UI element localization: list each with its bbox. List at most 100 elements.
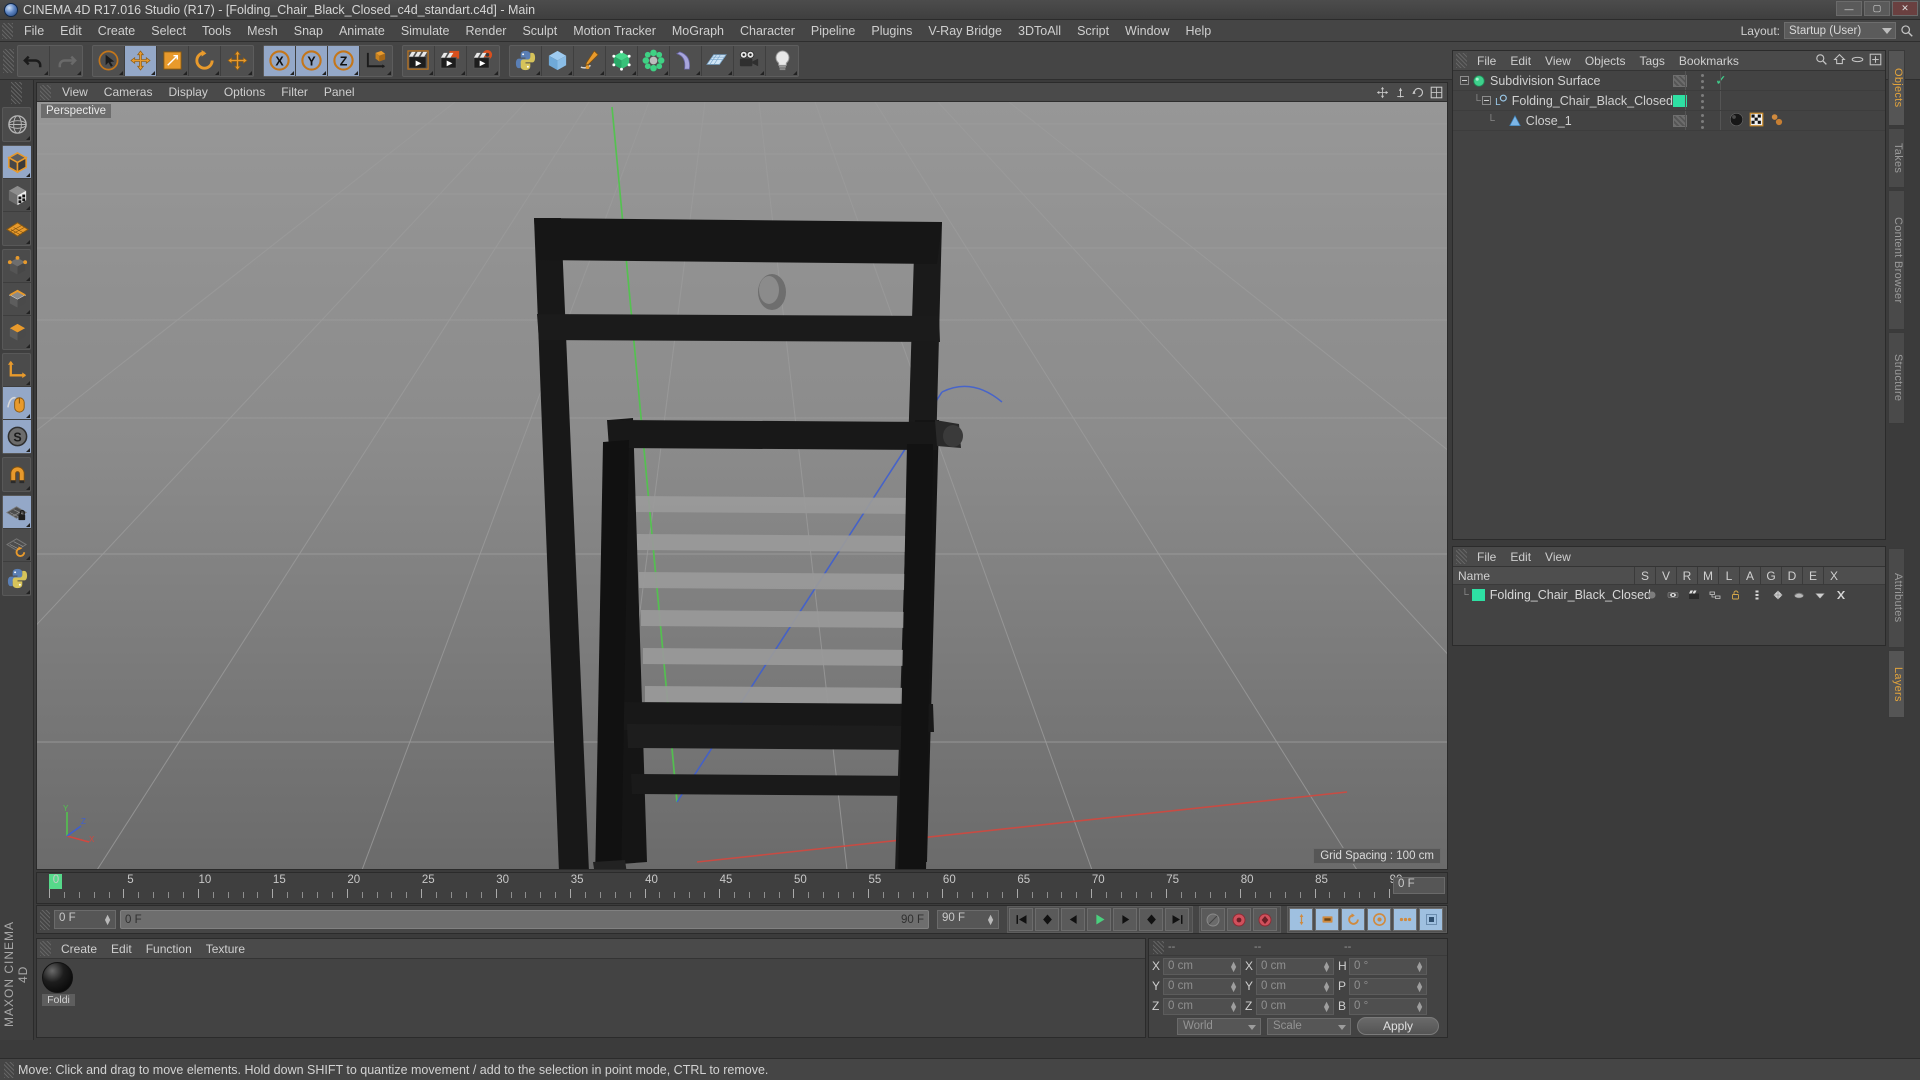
python-generator-button[interactable]: [510, 45, 542, 76]
render-settings-button[interactable]: [467, 46, 499, 76]
menu-item-simulate[interactable]: Simulate: [393, 20, 458, 42]
menu-item-v-ray-bridge[interactable]: V-Ray Bridge: [920, 20, 1010, 42]
coordinate-system-dropdown[interactable]: World: [1177, 1017, 1261, 1035]
scale-key-toggle[interactable]: [1315, 908, 1339, 931]
layer-menu-edit[interactable]: Edit: [1503, 547, 1538, 567]
planar-workplane[interactable]: [3, 529, 31, 562]
object-manager-grip-handle[interactable]: [1456, 53, 1467, 68]
material-menu-create[interactable]: Create: [54, 939, 104, 959]
coordinate-mode-dropdown[interactable]: Scale: [1267, 1017, 1351, 1035]
redo-button[interactable]: [50, 46, 82, 76]
animation-icon[interactable]: [1747, 589, 1768, 601]
add-light-button[interactable]: [766, 46, 798, 76]
menu-item-snap[interactable]: Snap: [286, 20, 331, 42]
search-icon[interactable]: [1815, 53, 1828, 66]
ellipse-icon[interactable]: [1851, 53, 1864, 66]
add-cube-button[interactable]: [542, 45, 574, 76]
menu-item-mesh[interactable]: Mesh: [239, 20, 286, 42]
layer-col-M[interactable]: M: [1697, 566, 1718, 585]
layer-menu-view[interactable]: View: [1538, 547, 1578, 567]
material-manager-grip-handle[interactable]: [40, 941, 51, 956]
layer-col-X[interactable]: X: [1823, 566, 1844, 585]
add-camera-button[interactable]: [734, 45, 766, 76]
python-console[interactable]: [3, 562, 31, 595]
coordinate-grip-handle[interactable]: [1153, 940, 1164, 954]
scale-view-icon[interactable]: [1394, 86, 1407, 99]
add-generator-button[interactable]: [606, 45, 638, 76]
rotation-h-input[interactable]: 0 ° ▲ ▼: [1349, 957, 1427, 975]
add-deformer-button[interactable]: [670, 45, 702, 76]
max-frame-input[interactable]: 90 F ▲ ▼: [937, 910, 999, 929]
object-menu-edit[interactable]: Edit: [1503, 51, 1538, 71]
preview-range-bar[interactable]: 0 F 90 F: [120, 910, 929, 929]
current-frame-input[interactable]: 0 F ▲ ▼: [54, 910, 116, 929]
vtab-takes[interactable]: Takes: [1888, 128, 1905, 188]
status-grip-handle[interactable]: [4, 1061, 14, 1078]
tag-dots[interactable]: [1701, 114, 1704, 129]
vtab-structure[interactable]: Structure: [1888, 332, 1905, 424]
record-keyframe-selection-button[interactable]: [1253, 908, 1277, 931]
position-z-input[interactable]: 0 cm ▲ ▼: [1163, 997, 1241, 1015]
layout-dropdown[interactable]: Startup (User): [1784, 22, 1896, 39]
rotation-p-input[interactable]: 0 ° ▲ ▼: [1349, 977, 1427, 995]
lock-open-icon[interactable]: [1726, 589, 1747, 601]
viewport-menu-filter[interactable]: Filter: [273, 83, 316, 102]
layer-col-E[interactable]: E: [1802, 566, 1823, 585]
lock-workplane[interactable]: [3, 496, 31, 529]
material-menu-texture[interactable]: Texture: [199, 939, 252, 959]
expander-collapse-icon[interactable]: [1460, 76, 1469, 85]
keyframe-selection-toggle[interactable]: [1419, 908, 1443, 931]
home-icon[interactable]: [1833, 53, 1846, 66]
material-slot[interactable]: Foldi: [42, 962, 75, 1006]
rotate-view-icon[interactable]: [1412, 86, 1425, 99]
xref-icon[interactable]: [1831, 589, 1852, 601]
move-tool[interactable]: [125, 45, 157, 76]
scale-tool[interactable]: [157, 45, 189, 76]
visible-eye-icon[interactable]: [1663, 589, 1684, 601]
menu-grip-handle[interactable]: [2, 22, 13, 39]
object-menu-objects[interactable]: Objects: [1578, 51, 1633, 71]
minimize-button[interactable]: —: [1836, 1, 1862, 16]
rotation-key-toggle[interactable]: [1341, 908, 1365, 931]
undo-button[interactable]: [18, 45, 50, 76]
move-view-icon[interactable]: [1376, 86, 1389, 99]
timeline-frame-field[interactable]: 0 F: [1393, 877, 1445, 894]
viewport-menu-view[interactable]: View: [54, 83, 96, 102]
go-to-next-key-button[interactable]: [1139, 908, 1163, 931]
four-view-icon[interactable]: [1430, 86, 1443, 99]
layer-color-swatch[interactable]: [1471, 588, 1485, 601]
edges-mode[interactable]: [3, 283, 31, 316]
layer-col-G[interactable]: G: [1760, 566, 1781, 585]
size-y-input[interactable]: 0 cm ▲ ▼: [1256, 977, 1334, 995]
menu-item-motion-tracker[interactable]: Motion Tracker: [565, 20, 664, 42]
rotate-tool[interactable]: [189, 45, 221, 76]
viewport-menu-panel[interactable]: Panel: [316, 83, 363, 102]
soft-selection-mode[interactable]: S: [3, 420, 31, 453]
menu-item-tools[interactable]: Tools: [194, 20, 239, 42]
pla-key-toggle[interactable]: [1393, 908, 1417, 931]
viewport-grip-handle[interactable]: [40, 84, 51, 100]
enable-axis-mode[interactable]: [3, 387, 31, 420]
menu-item-character[interactable]: Character: [732, 20, 803, 42]
material-menu-function[interactable]: Function: [139, 939, 199, 959]
material-menu-edit[interactable]: Edit: [104, 939, 139, 959]
workplane-mode[interactable]: [3, 212, 31, 245]
left-palette-grip-handle[interactable]: [11, 82, 22, 104]
timeline-ruler[interactable]: 051015202530354045505560657075808590: [49, 873, 1402, 904]
layer-col-V[interactable]: V: [1655, 566, 1676, 585]
viewport-menu-cameras[interactable]: Cameras: [96, 83, 161, 102]
layer-manager-grip-handle[interactable]: [1456, 549, 1467, 564]
render-to-picture-viewer-button[interactable]: [435, 45, 467, 76]
polygons-mode[interactable]: [3, 316, 31, 349]
param-key-toggle[interactable]: [1367, 908, 1391, 931]
viewport-menu-display[interactable]: Display: [160, 83, 215, 102]
menu-item-mograph[interactable]: MoGraph: [664, 20, 732, 42]
stepper-arrows-icon[interactable]: ▲ ▼: [986, 913, 995, 927]
add-array-button[interactable]: [638, 45, 670, 76]
object-row[interactable]: └ Close_1: [1453, 111, 1885, 131]
viewport-canvas[interactable]: Perspective Y X Z Grid Spacing: 100 cm: [37, 102, 1447, 869]
vtab-layers[interactable]: Layers: [1888, 650, 1905, 718]
enable-snap[interactable]: [3, 458, 31, 491]
manager-icon[interactable]: [1705, 589, 1726, 601]
lock-x-axis[interactable]: X: [264, 45, 296, 76]
